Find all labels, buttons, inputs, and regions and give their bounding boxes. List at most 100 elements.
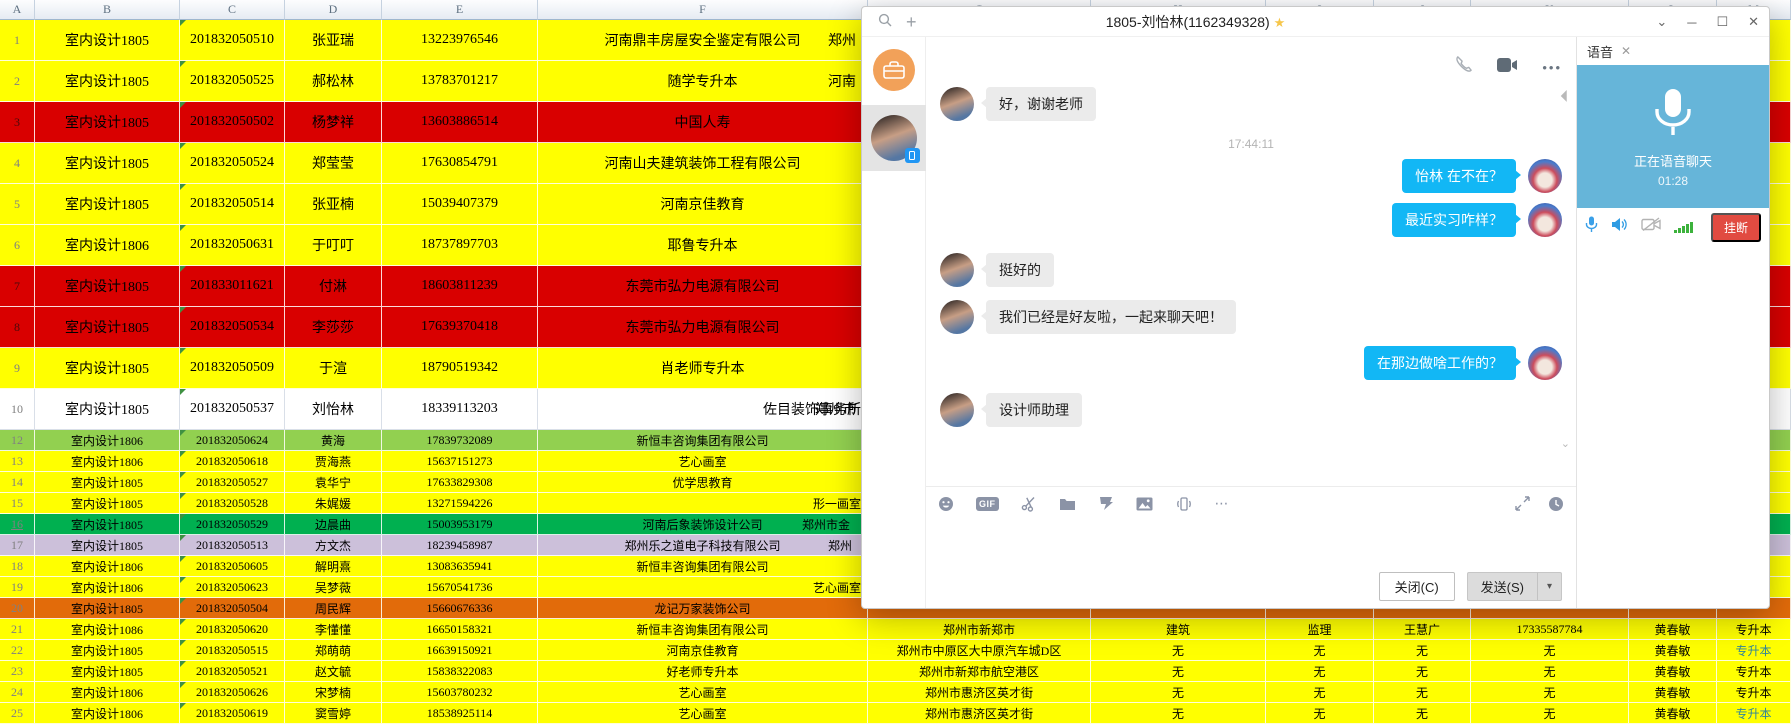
message-history-clock-icon[interactable]	[1548, 496, 1564, 512]
sheet-cell[interactable]: 河南山夫建筑装饰工程有限公司	[538, 143, 868, 184]
panel-collapse-bottom-icon[interactable]: ⌄	[1561, 437, 1570, 450]
sheet-cell[interactable]: 室内设计1805	[35, 20, 180, 61]
contact-avatar[interactable]	[940, 87, 974, 121]
sheet-cell[interactable]: 解明熹	[285, 556, 382, 577]
sheet-cell[interactable]: 16650158321	[382, 619, 538, 640]
sheet-cell[interactable]: 方文杰	[285, 535, 382, 556]
self-avatar[interactable]	[1528, 159, 1562, 193]
sheet-cell[interactable]: 东莞市弘力电源有限公司	[538, 266, 868, 307]
sheet-cell[interactable]: 室内设计1805	[35, 348, 180, 389]
close-icon[interactable]: ✕	[1748, 14, 1759, 30]
sheet-cell[interactable]: 室内设计1806	[35, 703, 180, 724]
sheet-cell[interactable]: 艺心画室	[538, 451, 868, 472]
emoji-icon[interactable]	[938, 496, 954, 512]
sheet-cell[interactable]: 无	[1471, 661, 1629, 682]
sheet-cell[interactable]: 河南京佳教育	[538, 184, 868, 225]
sheet-cell[interactable]: 13271594226	[382, 493, 538, 514]
sheet-cell[interactable]: 17839732089	[382, 430, 538, 451]
sheet-cell[interactable]: 贾海燕	[285, 451, 382, 472]
sheet-cell[interactable]: 18603811239	[382, 266, 538, 307]
sheet-cell[interactable]: 16	[0, 514, 35, 535]
sheet-cell[interactable]: 15637151273	[382, 451, 538, 472]
sheet-cell[interactable]: 201832050537	[180, 389, 285, 430]
sheet-cell[interactable]: 建筑	[1091, 619, 1266, 640]
voice-call-icon[interactable]	[1454, 55, 1473, 79]
sheet-cell[interactable]: 201832050528	[180, 493, 285, 514]
sheet-cell[interactable]: 201832050534	[180, 307, 285, 348]
sheet-cell[interactable]: 201832050509	[180, 348, 285, 389]
sheet-cell[interactable]: 室内设计1806	[35, 430, 180, 451]
sheet-cell[interactable]: 无	[1374, 682, 1471, 703]
sheet-cell[interactable]: 201832050524	[180, 143, 285, 184]
sheet-cell[interactable]: 龙记万家装饰公司	[538, 598, 868, 619]
sheet-cell[interactable]: 17630854791	[382, 143, 538, 184]
sheet-cell[interactable]: 室内设计1806	[35, 577, 180, 598]
column-header[interactable]: F	[538, 0, 868, 20]
contact-avatar[interactable]	[940, 393, 974, 427]
sheet-cell[interactable]: 201832050619	[180, 703, 285, 724]
toolbar-more-icon[interactable]: ⋯	[1215, 495, 1231, 512]
sheet-cell[interactable]: 15838322083	[382, 661, 538, 682]
hang-up-button[interactable]: 挂断	[1711, 213, 1761, 242]
sheet-cell[interactable]: 室内设计1805	[35, 493, 180, 514]
sheet-cell[interactable]: 无	[1266, 661, 1374, 682]
sheet-cell[interactable]: 郑莹莹	[285, 143, 382, 184]
sheet-cell[interactable]: 室内设计1805	[35, 307, 180, 348]
sheet-cell[interactable]: 15	[0, 493, 35, 514]
message-input[interactable]	[926, 520, 1576, 564]
sheet-cell[interactable]: 1	[0, 20, 35, 61]
sheet-cell[interactable]: 黄春敏	[1629, 619, 1717, 640]
sheet-cell[interactable]: 形一画室	[538, 493, 868, 514]
sheet-cell[interactable]: 吴梦薇	[285, 577, 382, 598]
sheet-cell[interactable]: 室内设计1805	[35, 472, 180, 493]
sheet-cell[interactable]: 室内设计1805	[35, 184, 180, 225]
sheet-cell[interactable]: 15660676336	[382, 598, 538, 619]
sheet-cell[interactable]: 郑州市惠济区英才街	[868, 703, 1091, 724]
sheet-cell[interactable]: 18339113203	[382, 389, 538, 430]
sheet-cell[interactable]: 无	[1471, 640, 1629, 661]
sheet-cell[interactable]: 20	[0, 598, 35, 619]
sheet-cell[interactable]: 201832050521	[180, 661, 285, 682]
sheet-cell[interactable]: 13223976546	[382, 20, 538, 61]
sheet-cell[interactable]: 监理	[1266, 619, 1374, 640]
sheet-cell[interactable]: 专升本	[1717, 640, 1791, 661]
sheet-cell[interactable]: 黄海	[285, 430, 382, 451]
sheet-cell[interactable]: 室内设计1805	[35, 535, 180, 556]
sheet-cell[interactable]: 无	[1471, 682, 1629, 703]
sheet-cell[interactable]: 201832050502	[180, 102, 285, 143]
sheet-cell[interactable]: 专升本	[1717, 619, 1791, 640]
sheet-cell[interactable]: 15039407379	[382, 184, 538, 225]
sheet-cell[interactable]: 17335587784	[1471, 619, 1629, 640]
send-options-chevron-icon[interactable]: ▾	[1537, 573, 1561, 600]
sheet-cell[interactable]: 15670541736	[382, 577, 538, 598]
sheet-cell[interactable]: 17639370418	[382, 307, 538, 348]
sheet-cell[interactable]: 张亚楠	[285, 184, 382, 225]
sheet-cell[interactable]: 宋梦楠	[285, 682, 382, 703]
work-briefcase-icon[interactable]	[873, 49, 915, 91]
sheet-cell[interactable]: 15003953179	[382, 514, 538, 535]
sheet-cell[interactable]: 黄春敏	[1629, 703, 1717, 724]
sheet-cell[interactable]: 刘怡林	[285, 389, 382, 430]
sheet-cell[interactable]: 赵文毓	[285, 661, 382, 682]
sheet-cell[interactable]: 室内设计1805	[35, 389, 180, 430]
sheet-cell[interactable]: 25	[0, 703, 35, 724]
sheet-cell[interactable]: 付淋	[285, 266, 382, 307]
sheet-cell[interactable]: 李懂懂	[285, 619, 382, 640]
sheet-cell[interactable]: 19	[0, 577, 35, 598]
sheet-cell[interactable]: 专升本	[1717, 661, 1791, 682]
sheet-cell[interactable]: 201832050626	[180, 682, 285, 703]
camera-off-icon[interactable]	[1641, 217, 1661, 237]
sheet-cell[interactable]: 室内设计1805	[35, 514, 180, 535]
sheet-cell[interactable]: 无	[1091, 661, 1266, 682]
sheet-cell[interactable]: 201832050623	[180, 577, 285, 598]
sheet-cell[interactable]: 室内设计1806	[35, 225, 180, 266]
sheet-cell[interactable]: 17633829308	[382, 472, 538, 493]
sheet-cell[interactable]: 专升本	[1717, 682, 1791, 703]
sheet-cell[interactable]: 室内设计1806	[35, 451, 180, 472]
sheet-cell[interactable]: 边晨曲	[285, 514, 382, 535]
send-file-folder-icon[interactable]	[1059, 497, 1076, 511]
sheet-cell[interactable]: 室内设计1805	[35, 102, 180, 143]
sheet-cell[interactable]: 201832050525	[180, 61, 285, 102]
sheet-cell[interactable]: 室内设计1805	[35, 266, 180, 307]
send-button[interactable]: 发送(S) ▾	[1467, 572, 1562, 601]
